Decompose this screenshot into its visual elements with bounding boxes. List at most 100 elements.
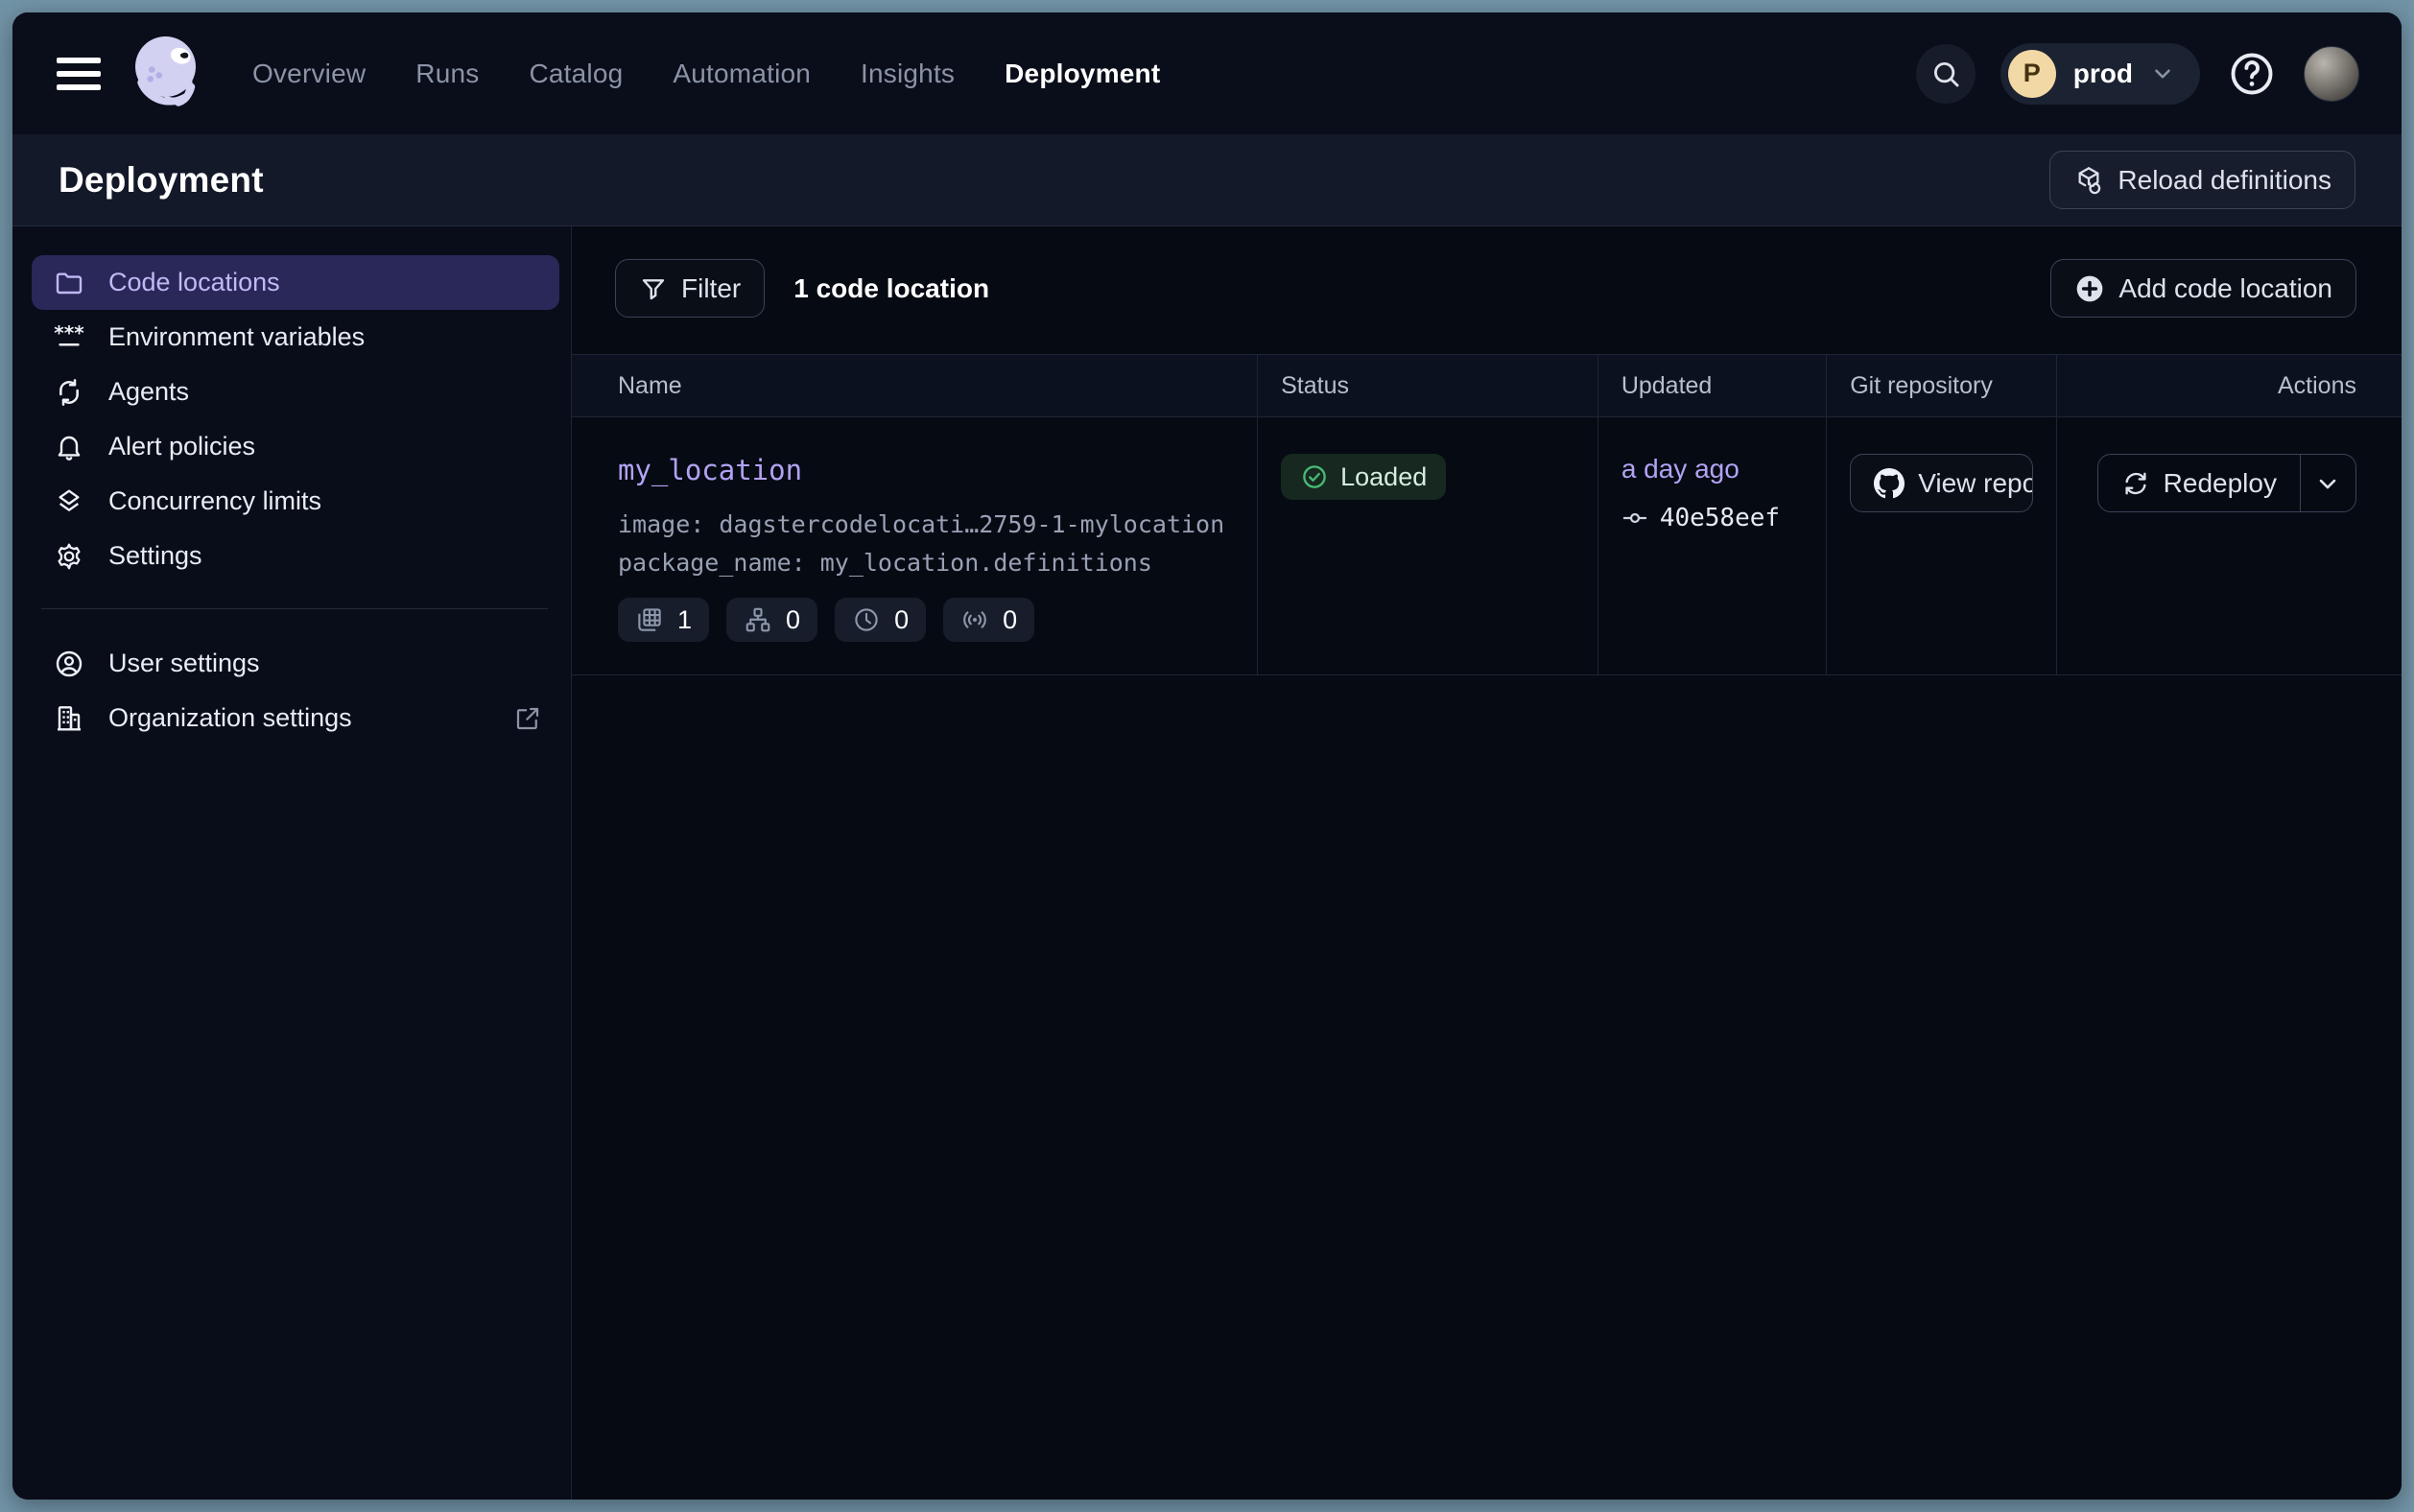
assets-count-chip: 1 [618, 598, 709, 642]
top-nav: Overview Runs Catalog Automation Insight… [12, 12, 2402, 134]
sidebar-item-label: Agents [108, 377, 189, 407]
image-line: image: dagstercodelocati…2759-1-mylocati… [618, 506, 1234, 544]
main-panel: Filter 1 code location Add code location [572, 226, 2402, 1500]
schedules-count-chip: 0 [835, 598, 926, 642]
code-location-count: 1 code location [793, 273, 989, 304]
filter-label: Filter [681, 273, 741, 304]
redeploy-dropdown-button[interactable] [2301, 455, 2355, 511]
github-icon [1874, 468, 1905, 499]
sidebar-item-environment-variables[interactable]: *** Environment variables [32, 310, 559, 365]
sidebar: Code locations *** Environment variables [12, 226, 572, 1500]
status-label: Loaded [1340, 462, 1427, 492]
add-code-location-button[interactable]: Add code location [2050, 259, 2356, 318]
assets-icon [635, 605, 664, 634]
column-header-name: Name [572, 355, 1258, 416]
building-icon [53, 702, 85, 735]
help-button[interactable] [2225, 47, 2279, 101]
jobs-count: 0 [786, 605, 800, 635]
hamburger-menu-icon[interactable] [57, 55, 101, 93]
reload-definitions-button[interactable]: Reload definitions [2049, 151, 2355, 209]
jobs-count-chip: 0 [726, 598, 817, 642]
clock-icon [852, 605, 881, 634]
deployment-name: prod [2073, 59, 2133, 89]
job-graph-icon [744, 605, 772, 634]
definition-count-chips: 1 [618, 598, 1234, 642]
column-header-updated: Updated [1598, 355, 1827, 416]
nav-item-runs[interactable]: Runs [415, 59, 479, 89]
sensor-icon [960, 605, 989, 634]
page-header: Deployment Reload definitions [12, 134, 2402, 226]
toolbar: Filter 1 code location Add code location [572, 226, 2402, 354]
reload-definitions-label: Reload definitions [2118, 165, 2331, 196]
status-badge[interactable]: Loaded [1281, 454, 1446, 500]
env-vars-icon: *** [53, 321, 85, 354]
page-title: Deployment [59, 160, 264, 201]
search-button[interactable] [1916, 44, 1976, 104]
sidebar-item-label: Organization settings [108, 703, 352, 733]
name-cell: my_location image: dagstercodelocati…275… [572, 417, 1258, 674]
assets-count: 1 [677, 605, 692, 635]
sensors-count: 0 [1003, 605, 1017, 635]
chevron-down-icon [2150, 61, 2175, 86]
redeploy-sync-icon [2121, 469, 2150, 498]
nav-item-overview[interactable]: Overview [252, 59, 366, 89]
sidebar-item-label: Settings [108, 541, 202, 571]
sidebar-item-agents[interactable]: Agents [32, 365, 559, 419]
plus-circle-icon [2074, 273, 2105, 304]
sidebar-item-settings[interactable]: Settings [32, 529, 559, 583]
sidebar-item-label: Alert policies [108, 432, 255, 461]
sidebar-item-code-locations[interactable]: Code locations [32, 255, 559, 310]
svg-text:***: *** [54, 322, 84, 344]
dagster-logo[interactable] [124, 28, 216, 120]
sidebar-item-user-settings[interactable]: User settings [32, 636, 559, 691]
content-area: Code locations *** Environment variables [12, 226, 2402, 1500]
view-repo-label: View repo [1918, 468, 2033, 499]
sidebar-item-label: Concurrency limits [108, 486, 321, 516]
check-circle-icon [1300, 462, 1329, 491]
redeploy-button[interactable]: Redeploy [2098, 455, 2301, 511]
nav-item-catalog[interactable]: Catalog [529, 59, 623, 89]
commit-icon [1621, 505, 1648, 532]
sidebar-item-label: User settings [108, 649, 260, 678]
nav-links: Overview Runs Catalog Automation Insight… [252, 59, 1160, 89]
status-cell: Loaded [1258, 417, 1598, 674]
user-circle-icon [53, 648, 85, 680]
sidebar-item-label: Environment variables [108, 322, 365, 352]
deployment-switcher[interactable]: P prod [2000, 43, 2200, 105]
reload-definitions-icon [2073, 165, 2104, 196]
folder-icon [53, 267, 85, 299]
sensors-count-chip: 0 [943, 598, 1034, 642]
redeploy-split-button: Redeploy [2097, 454, 2356, 512]
search-icon [1929, 58, 1962, 90]
top-nav-right: P prod [1916, 43, 2359, 105]
add-code-location-label: Add code location [2118, 273, 2332, 304]
nav-item-insights[interactable]: Insights [861, 59, 955, 89]
layers-icon [53, 485, 85, 518]
nav-item-deployment[interactable]: Deployment [1005, 59, 1160, 89]
sidebar-item-concurrency-limits[interactable]: Concurrency limits [32, 474, 559, 529]
deployment-initial-badge: P [2008, 50, 2056, 98]
chevron-down-icon [2314, 470, 2341, 497]
updated-time-link[interactable]: a day ago [1621, 454, 1803, 484]
filter-icon [639, 274, 668, 303]
column-header-git-repository: Git repository [1827, 355, 2057, 416]
nav-item-automation[interactable]: Automation [673, 59, 811, 89]
avatar[interactable] [2304, 46, 2359, 102]
package-line: package_name: my_location.definitions [618, 544, 1234, 582]
view-repo-button[interactable]: View repo [1850, 454, 2033, 512]
commit-line: 40e58eef [1621, 504, 1803, 532]
table-header-row: Name Status Updated Git repository Actio… [572, 355, 2402, 417]
column-header-actions: Actions [2057, 355, 2402, 416]
column-header-status: Status [1258, 355, 1598, 416]
code-location-link[interactable]: my_location [618, 454, 1234, 486]
redeploy-label: Redeploy [2164, 468, 2277, 499]
sidebar-item-alert-policies[interactable]: Alert policies [32, 419, 559, 474]
updated-cell: a day ago 40e58eef [1598, 417, 1827, 674]
external-link-icon [513, 704, 542, 733]
desktop-background: Overview Runs Catalog Automation Insight… [0, 0, 2414, 1512]
sidebar-item-organization-settings[interactable]: Organization settings [32, 691, 559, 745]
schedules-count: 0 [894, 605, 909, 635]
sidebar-divider [41, 608, 548, 609]
filter-button[interactable]: Filter [615, 259, 765, 318]
actions-cell: Redeploy [2057, 417, 2402, 674]
